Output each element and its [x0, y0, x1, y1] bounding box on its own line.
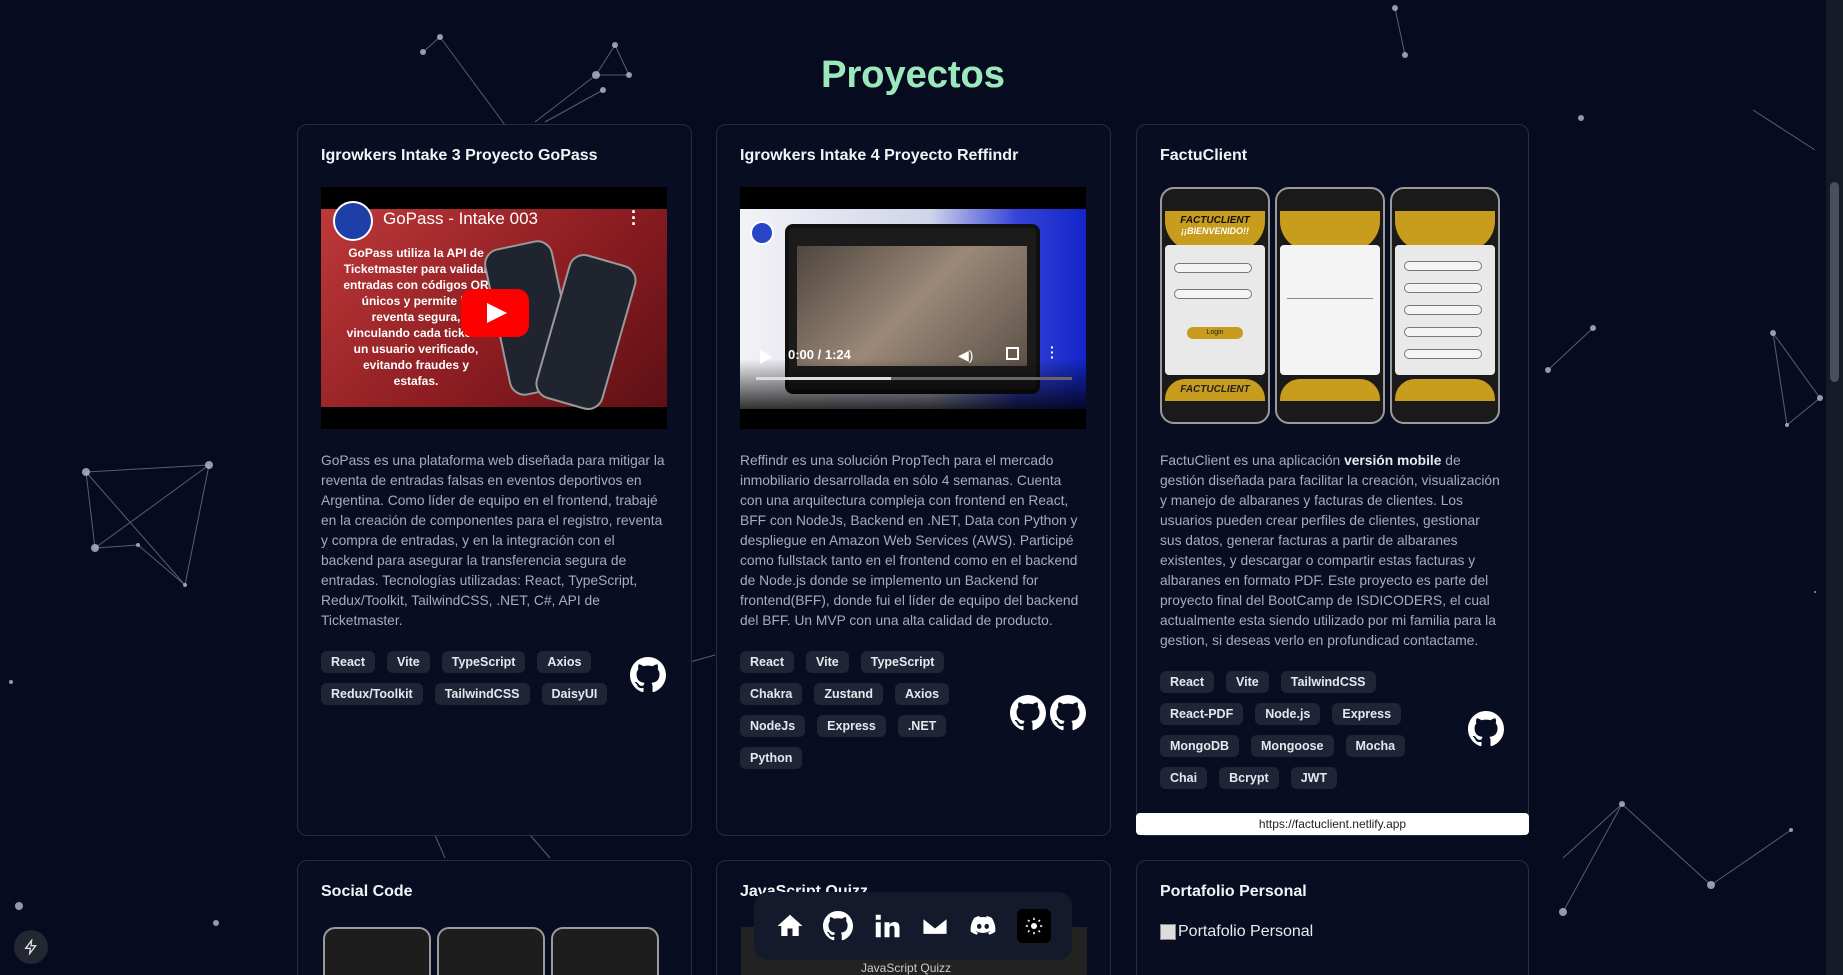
channel-avatar[interactable]	[333, 201, 373, 241]
github-icon[interactable]	[1468, 711, 1504, 747]
project-title: FactuClient	[1160, 147, 1248, 164]
project-description: Reffindr es una solución PropTech para e…	[740, 453, 1079, 628]
tag: Chakra	[740, 683, 803, 705]
tag: Mocha	[1345, 735, 1406, 757]
dev-tools-button[interactable]	[14, 930, 48, 964]
video-progress[interactable]	[756, 377, 1072, 380]
project-card-factuclient: FactuClient FACTUCLIENT ¡¡BIENVENIDO!! L…	[1136, 124, 1529, 836]
phone-mockup	[323, 927, 431, 975]
tag: TypeScript	[860, 651, 945, 673]
lightning-icon	[24, 939, 37, 955]
volume-icon[interactable]: ◀)	[958, 347, 973, 364]
tag: Axios	[537, 651, 592, 673]
tag: Node.js	[1255, 703, 1321, 725]
phone-mockup: FACTUCLIENT ¡¡BIENVENIDO!! Login FACTUCL…	[1160, 187, 1270, 424]
discord-icon[interactable]	[968, 911, 998, 941]
scrollbar-thumb[interactable]	[1830, 182, 1839, 382]
broken-image: Portafolio Personal	[1160, 923, 1505, 941]
tag: .NET	[897, 715, 947, 737]
phone-mockup	[551, 927, 659, 975]
project-card-reffindr: Igrowkers Intake 4 Proyecto Reffindr 0:0…	[716, 124, 1111, 836]
tag: Axios	[895, 683, 950, 705]
github-icon[interactable]	[1010, 695, 1046, 731]
phone-footer-brand: FACTUCLIENT	[1165, 379, 1265, 401]
theme-toggle-button[interactable]	[1016, 909, 1051, 943]
github-icon[interactable]	[630, 657, 666, 693]
quiz-thumbnail-label: JavaScript Quizz	[861, 961, 952, 975]
linkedin-icon[interactable]	[872, 911, 902, 941]
tag-list: React Vite TypeScript Chakra Zustand Axi…	[740, 651, 1010, 769]
video-title[interactable]: GoPass - Intake 003	[383, 209, 538, 229]
project-title: Igrowkers Intake 3 Proyecto GoPass	[321, 147, 598, 164]
project-card-gopass: Igrowkers Intake 3 Proyecto GoPass GoPas…	[297, 124, 692, 836]
tag: TailwindCSS	[434, 683, 530, 705]
video-player[interactable]: 0:00 / 1:24 ◀) · · ·	[740, 187, 1086, 429]
tag: DaisyUI	[541, 683, 608, 705]
more-options-icon[interactable]: · · ·	[1050, 340, 1055, 364]
project-title: Social Code	[321, 883, 413, 900]
tag: Zustand	[814, 683, 883, 705]
github-icon[interactable]	[1050, 695, 1086, 731]
more-options-icon[interactable]: · · ·	[631, 203, 637, 233]
phone-mockup	[1390, 187, 1500, 424]
phone-brand: FACTUCLIENT	[1180, 215, 1250, 226]
tag: Express	[1332, 703, 1402, 725]
tag: Chai	[1160, 767, 1208, 789]
tag: React	[740, 651, 795, 673]
app-screenshots: FACTUCLIENT ¡¡BIENVENIDO!! Login FACTUCL…	[1160, 187, 1506, 429]
project-title: Portafolio Personal	[1160, 883, 1307, 900]
tag: MongoDB	[1160, 735, 1240, 757]
tag: TailwindCSS	[1280, 671, 1376, 693]
phone-welcome: ¡¡BIENVENIDO!!	[1181, 226, 1249, 236]
phone-login: Login	[1187, 327, 1243, 339]
tag: Python	[740, 747, 803, 769]
fullscreen-icon[interactable]	[1006, 347, 1019, 360]
tag: TypeScript	[441, 651, 526, 673]
tag: Vite	[387, 651, 430, 673]
play-button[interactable]	[461, 289, 529, 337]
phone-mockup	[437, 927, 545, 975]
tag: React-PDF	[1160, 703, 1244, 725]
scrollbar[interactable]	[1826, 0, 1843, 975]
tag: Mongoose	[1251, 735, 1334, 757]
tag: Vite	[806, 651, 849, 673]
github-icon[interactable]	[823, 911, 854, 941]
project-card-portafolio: Portafolio Personal Portafolio Personal	[1136, 860, 1529, 975]
tag: Bcrypt	[1219, 767, 1279, 789]
phone-mockup	[1275, 187, 1385, 424]
home-icon[interactable]	[775, 911, 805, 941]
floating-dock	[754, 892, 1072, 960]
tag: Express	[817, 715, 886, 737]
section-title: Proyectos	[0, 54, 1826, 97]
mail-icon[interactable]	[920, 911, 950, 941]
project-link[interactable]: https://factuclient.netlify.app	[1136, 813, 1529, 835]
project-card-social-code: Social Code	[297, 860, 692, 975]
tag: NodeJs	[740, 715, 806, 737]
tag-list: React Vite TypeScript Axios Redux/Toolki…	[321, 651, 621, 705]
sun-icon	[1025, 917, 1043, 935]
tag: JWT	[1290, 767, 1338, 789]
broken-image-icon	[1160, 924, 1176, 940]
tag: React	[321, 651, 376, 673]
project-description: FactuClient es una aplicación versión mo…	[1160, 453, 1500, 648]
project-title: Igrowkers Intake 4 Proyecto Reffindr	[740, 147, 1019, 164]
video-time: 0:00 / 1:24	[788, 347, 851, 362]
youtube-video-embed[interactable]: GoPass - Intake 003 · · · GoPass utiliza l…	[321, 187, 667, 429]
project-description: GoPass es una plataforma web diseñada pa…	[321, 453, 665, 628]
tag: React	[1160, 671, 1215, 693]
tag-list: React Vite TailwindCSS React-PDF Node.js…	[1160, 671, 1460, 789]
tag: Redux/Toolkit	[321, 683, 423, 705]
play-icon[interactable]	[760, 350, 772, 364]
tag: Vite	[1226, 671, 1269, 693]
